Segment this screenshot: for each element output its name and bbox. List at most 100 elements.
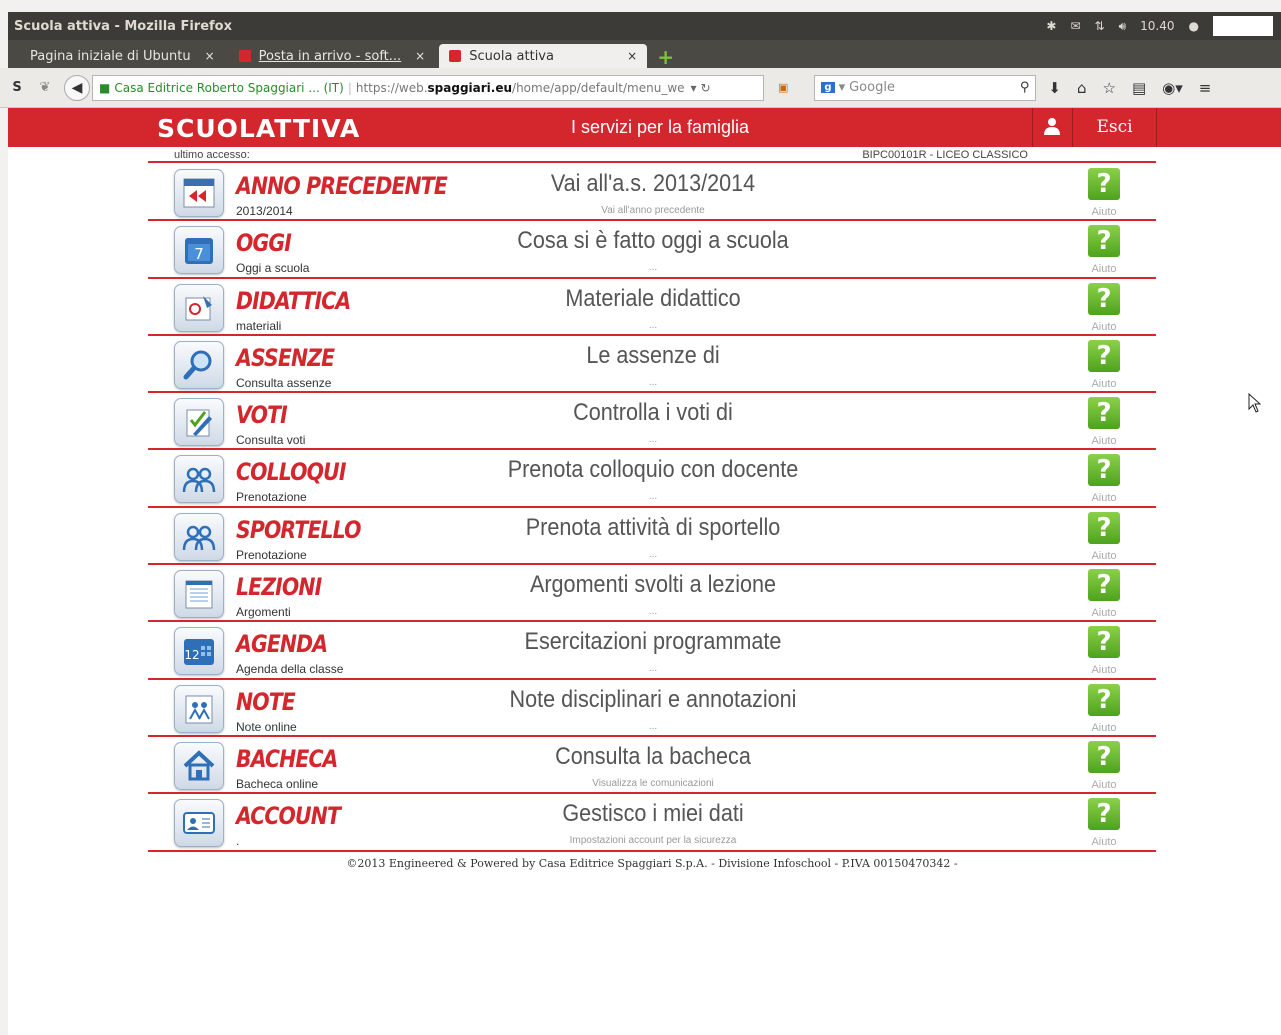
help-label[interactable]: Aiuto <box>1088 492 1120 504</box>
logout-button[interactable]: Esci <box>1073 117 1156 137</box>
google-icon[interactable]: g <box>821 82 835 93</box>
help-icon[interactable]: ? <box>1088 454 1120 487</box>
notes-icon[interactable] <box>174 684 224 733</box>
menu-row[interactable]: 7 OGGI Oggi a scuola Cosa si è fatto oggi a… <box>148 221 1156 279</box>
url-bar[interactable]: ■ Casa Editrice Roberto Spaggiari ... (I… <box>92 74 764 101</box>
menu-row[interactable]: BACHECA Bacheca online Consulta la bacheca… <box>148 737 1156 795</box>
menu-item-title[interactable]: ACCOUNT <box>236 802 341 830</box>
help-icon[interactable]: ? <box>1088 339 1120 372</box>
help-label[interactable]: Aiuto <box>1088 206 1120 218</box>
search-box[interactable]: g ▾ Google ⚲ <box>814 74 1037 101</box>
menu-item-title[interactable]: VOTI <box>236 401 288 429</box>
menu-item-description[interactable]: Argomenti svolti a lezione <box>460 571 847 599</box>
menu-item-title[interactable]: SPORTELLO <box>236 516 361 544</box>
menu-row[interactable]: SPORTELLO Prenotazione Prenota attività di… <box>148 508 1156 566</box>
menu-item-title[interactable]: AGENDA <box>236 630 328 658</box>
help-icon[interactable]: ? <box>1088 798 1120 831</box>
site-identity[interactable]: Casa Editrice Roberto Spaggiari ... (IT) <box>114 81 343 95</box>
menu-item-title[interactable]: OGGI <box>236 229 292 257</box>
menu-item-description[interactable]: Prenota attività di sportello <box>460 514 847 542</box>
bookmarks-list-icon[interactable]: ▤ <box>1132 79 1146 97</box>
tab-ubuntu[interactable]: Pagina iniziale di Ubuntu × <box>20 44 225 68</box>
menu-item-title[interactable]: NOTE <box>236 688 296 716</box>
close-icon[interactable]: × <box>415 49 425 63</box>
calendar-back-icon[interactable] <box>174 169 224 217</box>
help-label[interactable]: Aiuto <box>1088 836 1120 848</box>
mail-icon[interactable]: ✉ <box>1070 19 1080 33</box>
help-icon[interactable]: ? <box>1088 683 1120 716</box>
user-name-box[interactable] <box>1213 16 1273 36</box>
agenda-icon[interactable]: 12 <box>174 627 224 676</box>
site-logo[interactable]: SCUOLATTIVA <box>157 114 360 143</box>
menu-item-title[interactable]: COLLOQUI <box>236 458 346 486</box>
menu-row[interactable]: DIDATTICA materiali Materiale didattico...… <box>148 279 1156 336</box>
menu-item-description[interactable]: Materiale didattico <box>460 285 847 313</box>
calendar-day-icon[interactable]: 7 <box>174 226 224 275</box>
menu-row[interactable]: ACCOUNT. Gestisco i miei dati Impostazioni… <box>148 794 1156 852</box>
help-label[interactable]: Aiuto <box>1088 779 1120 791</box>
home-icon[interactable]: ⌂ <box>1077 79 1087 97</box>
volume-icon[interactable]: 🔊︎ <box>1119 19 1127 34</box>
tab-scuola-attiva[interactable]: Scuola attiva × <box>439 44 648 68</box>
menu-row[interactable]: VOTI Consulta voti Controlla i voti di...?… <box>148 393 1156 451</box>
help-label[interactable]: Aiuto <box>1088 607 1120 619</box>
menu-item-title[interactable]: ASSENZE <box>236 344 335 372</box>
help-icon[interactable]: ? <box>1088 397 1120 430</box>
search-engine-dropdown-icon[interactable]: ▾ <box>839 80 846 95</box>
back-button[interactable]: ◀ <box>64 74 90 101</box>
notepad-icon[interactable] <box>174 570 224 619</box>
help-label[interactable]: Aiuto <box>1088 321 1120 333</box>
menu-item-title[interactable]: DIDATTICA <box>236 287 351 315</box>
help-icon[interactable]: ? <box>1088 168 1120 200</box>
user-icon[interactable]: ● <box>1189 19 1199 33</box>
reload-icon[interactable]: ↻ <box>701 81 711 95</box>
help-label[interactable]: Aiuto <box>1088 378 1120 390</box>
bookmark-star-icon[interactable]: ☆ <box>1103 79 1116 97</box>
menu-item-description[interactable]: Controlla i voti di <box>460 399 847 427</box>
help-icon[interactable]: ? <box>1088 740 1120 773</box>
menu-item-description[interactable]: Consulta la bacheca <box>460 743 847 771</box>
people-icon[interactable] <box>174 455 224 504</box>
menu-row[interactable]: ASSENZE Consulta assenze Le assenze di...?… <box>148 336 1156 394</box>
menu-item-description[interactable]: Note disciplinari e annotazioni <box>460 686 847 714</box>
menu-item-description[interactable]: Vai all'a.s. 2013/2014 <box>460 170 847 198</box>
user-profile-icon[interactable] <box>1042 116 1062 136</box>
help-icon[interactable]: ? <box>1088 626 1120 659</box>
help-label[interactable]: Aiuto <box>1088 435 1120 447</box>
home-icon[interactable] <box>174 741 224 790</box>
menu-item-description[interactable]: Esercitazioni programmate <box>460 628 847 656</box>
magnifier-icon[interactable] <box>174 340 224 389</box>
dropbox-icon[interactable]: ✱ <box>1046 19 1056 33</box>
help-label[interactable]: Aiuto <box>1088 263 1120 275</box>
menu-icon[interactable]: ≡ <box>1199 79 1212 97</box>
network-icon[interactable]: ⇅ <box>1095 19 1105 33</box>
menu-item-description[interactable]: Le assenze di <box>460 342 847 370</box>
menu-row[interactable]: ANNO PRECEDENTE 2013/2014 Vai all'a.s. 201… <box>148 164 1156 222</box>
tab-mail[interactable]: Posta in arrivo - soft... × <box>229 44 436 68</box>
menu-item-description[interactable]: Gestisco i miei dati <box>460 800 847 828</box>
help-label[interactable]: Aiuto <box>1088 550 1120 562</box>
menu-row[interactable]: COLLOQUI Prenotazione Prenota colloquio co… <box>148 450 1156 508</box>
skype-icon[interactable]: S <box>6 80 28 95</box>
search-icon[interactable]: ⚲ <box>1020 80 1030 95</box>
help-label[interactable]: Aiuto <box>1088 664 1120 676</box>
menu-item-title[interactable]: LEZIONI <box>236 573 322 601</box>
id-card-icon[interactable] <box>174 799 224 848</box>
help-icon[interactable]: ? <box>1088 225 1120 258</box>
addon-badge-icon[interactable]: ▣ <box>778 81 788 94</box>
materials-icon[interactable] <box>174 283 224 332</box>
close-icon[interactable]: × <box>627 49 637 63</box>
menu-item-description[interactable]: Prenota colloquio con docente <box>460 456 847 484</box>
grades-icon[interactable] <box>174 398 224 447</box>
help-icon[interactable]: ? <box>1088 282 1120 315</box>
addon-icon[interactable]: ❦ <box>34 80 56 95</box>
dropdown-arrow-icon[interactable]: ▾ <box>691 81 697 95</box>
addon-menu-icon[interactable]: ◉▾ <box>1162 79 1183 97</box>
menu-row[interactable]: LEZIONI Argomenti Argomenti svolti a lezio… <box>148 565 1156 623</box>
help-icon[interactable]: ? <box>1088 511 1120 544</box>
clock[interactable]: 10.40 <box>1140 19 1174 33</box>
menu-item-description[interactable]: Cosa si è fatto oggi a scuola <box>460 227 847 255</box>
new-tab-icon[interactable]: + <box>657 46 674 68</box>
people-icon[interactable] <box>174 512 224 561</box>
menu-row[interactable]: 12 AGENDA Agenda della classe Esercitazioni… <box>148 622 1156 680</box>
